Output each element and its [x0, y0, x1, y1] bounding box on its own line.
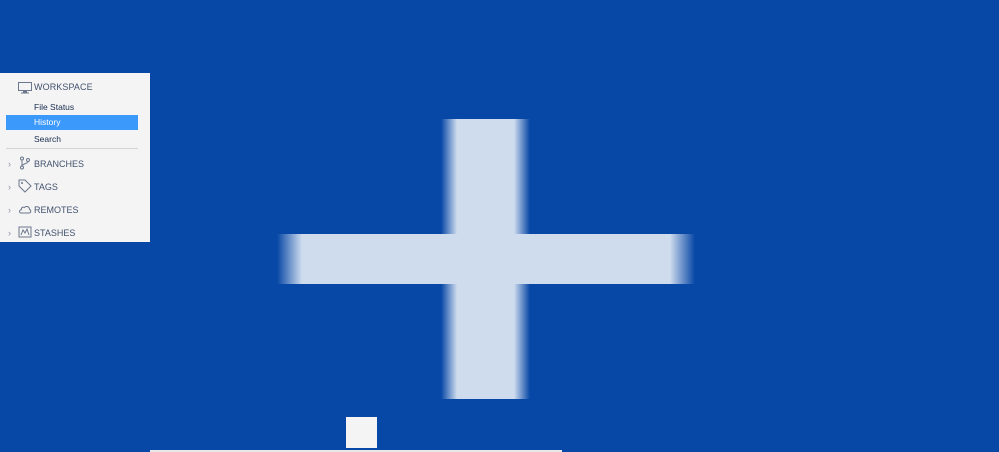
tag-icon [18, 179, 32, 193]
divider [6, 148, 138, 149]
chevron-right-icon[interactable]: › [8, 204, 11, 216]
sidebar: WORKSPACE File Status History Search › B… [0, 73, 150, 242]
chevron-right-icon[interactable]: › [8, 158, 11, 170]
branch-icon [18, 156, 32, 170]
sidebar-group-remotes[interactable]: › REMOTES [0, 200, 150, 220]
sidebar-group-branches[interactable]: › BRANCHES [0, 154, 150, 174]
group-label: BRANCHES [34, 159, 85, 169]
cloud-icon [18, 202, 32, 216]
group-label: REMOTES [34, 205, 79, 215]
monitor-icon [18, 81, 32, 94]
drag-handle[interactable] [346, 417, 377, 448]
stash-icon [18, 225, 32, 239]
chevron-right-icon[interactable]: › [8, 227, 11, 239]
plus-horizontal-bar [277, 234, 695, 284]
sidebar-item-history[interactable]: History [6, 115, 138, 130]
group-label: STASHES [34, 228, 76, 238]
chevron-right-icon[interactable]: › [8, 181, 11, 193]
workspace-label: WORKSPACE [34, 82, 93, 92]
sidebar-group-tags[interactable]: › TAGS [0, 177, 150, 197]
sidebar-group-stashes[interactable]: › STASHES [0, 223, 150, 243]
workspace-header[interactable]: WORKSPACE [0, 73, 150, 103]
sidebar-item-file-status[interactable]: File Status [6, 100, 138, 115]
group-label: TAGS [34, 182, 58, 192]
sidebar-item-search[interactable]: Search [6, 132, 138, 147]
